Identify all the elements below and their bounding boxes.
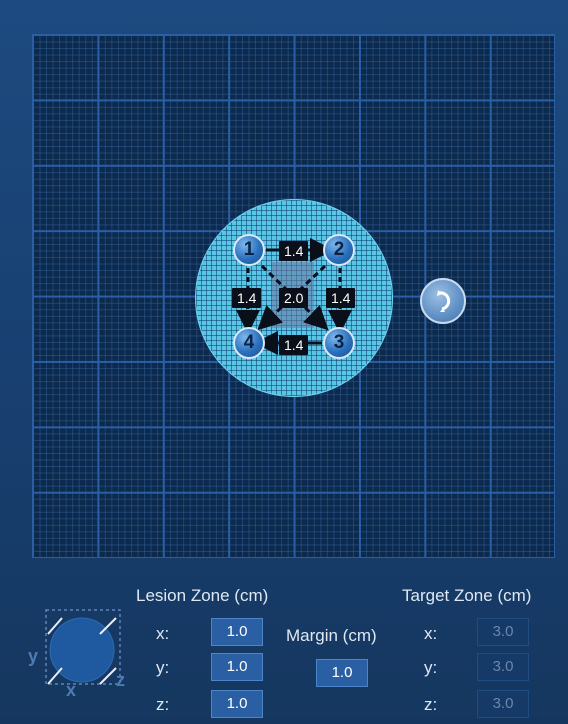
rotate-button[interactable] [420, 278, 466, 324]
target-z-value: 3.0 [477, 690, 529, 718]
target-x-value: 3.0 [477, 618, 529, 646]
target-y-label: y: [424, 658, 438, 677]
target-z-label: z: [424, 695, 438, 714]
lesion-z-input[interactable]: 1.0 [211, 690, 263, 718]
node-3[interactable]: 3 [323, 327, 355, 359]
target-y-value: 3.0 [477, 653, 529, 681]
node-1[interactable]: 1 [233, 234, 265, 266]
target-zone-title: Target Zone (cm) [402, 586, 532, 605]
lesion-z-label: z: [156, 695, 170, 714]
axis-x-label: x [66, 680, 76, 700]
lesion-zone-title: Lesion Zone (cm) [136, 586, 269, 605]
axis-orientation-icon: y x z [28, 609, 125, 700]
distance-1-4: 1.4 [232, 288, 262, 308]
lesion-y-label: y: [156, 658, 170, 677]
axis-z-label: z [116, 670, 125, 690]
distance-3-4: 1.4 [279, 335, 309, 355]
node-2[interactable]: 2 [323, 234, 355, 266]
distance-2-3: 1.4 [326, 288, 356, 308]
lesion-x-input[interactable]: 1.0 [211, 618, 263, 646]
lesion-y-input[interactable]: 1.0 [211, 653, 263, 681]
lesion-x-label: x: [156, 624, 170, 643]
distance-diagonal: 2.0 [279, 288, 309, 308]
margin-input[interactable]: 1.0 [316, 659, 368, 687]
target-x-label: x: [424, 624, 438, 643]
margin-title: Margin (cm) [286, 626, 377, 645]
node-4[interactable]: 4 [233, 327, 265, 359]
axis-y-label: y [28, 646, 38, 666]
distance-1-2: 1.4 [279, 241, 309, 261]
rotate-icon [437, 290, 451, 312]
